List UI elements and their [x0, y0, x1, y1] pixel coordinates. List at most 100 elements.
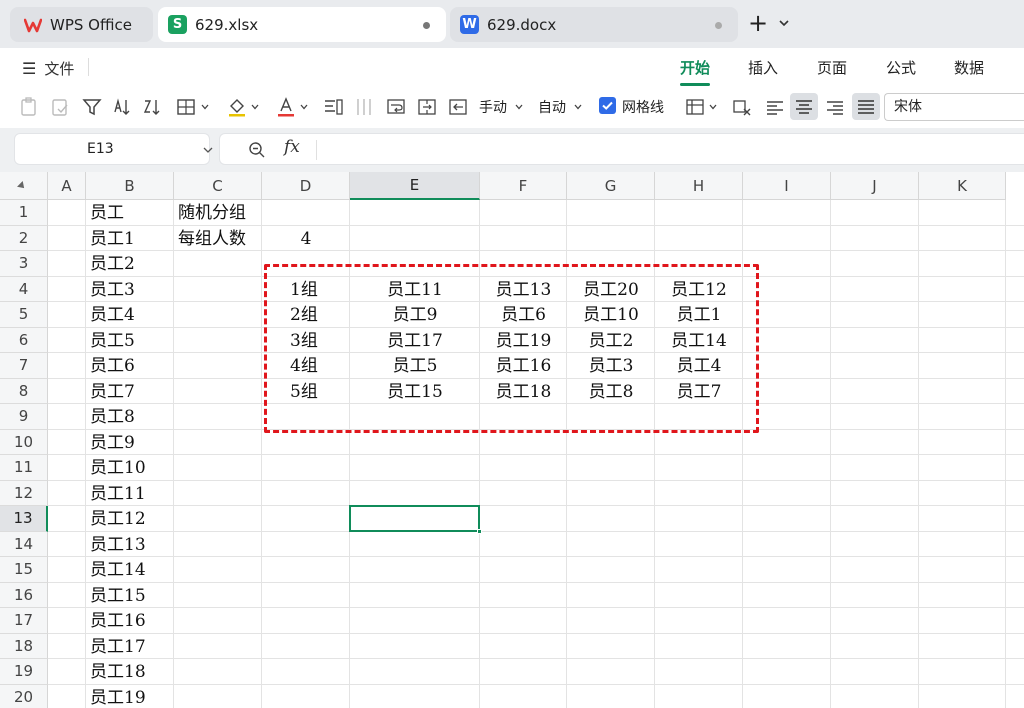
cell-b3[interactable]: 员工2: [86, 251, 174, 276]
column-header-b[interactable]: B: [86, 172, 174, 200]
paste-values-icon[interactable]: [18, 96, 40, 118]
row-header-15[interactable]: 15: [0, 557, 48, 583]
column-header-k[interactable]: K: [919, 172, 1006, 200]
row-header-3[interactable]: 3: [0, 251, 48, 277]
row-header-18[interactable]: 18: [0, 633, 48, 659]
selected-cell[interactable]: [349, 505, 480, 532]
column-header-j[interactable]: J: [831, 172, 919, 200]
column-header-e[interactable]: E: [350, 172, 480, 200]
row-header-1[interactable]: 1: [0, 200, 48, 226]
cell-c2[interactable]: 每组人数: [174, 226, 262, 251]
font-name-input[interactable]: 宋体: [884, 93, 1024, 121]
cell-b4[interactable]: 员工3: [86, 277, 174, 302]
paste-format-icon[interactable]: [49, 96, 71, 118]
cell-b6[interactable]: 员工5: [86, 328, 174, 353]
borders-icon[interactable]: [175, 96, 197, 118]
column-width-icon[interactable]: [353, 96, 375, 118]
tab-formulas[interactable]: 公式: [886, 57, 916, 78]
tab-wps-office[interactable]: WPS Office: [10, 7, 153, 42]
align-justify-button[interactable]: [852, 93, 880, 120]
tab-629-docx[interactable]: W 629.docx: [450, 7, 738, 42]
chevron-down-icon[interactable]: [515, 103, 523, 111]
column-header-a[interactable]: A: [48, 172, 86, 200]
row-header-13[interactable]: 13: [0, 506, 48, 532]
column-header-g[interactable]: G: [567, 172, 655, 200]
align-right-icon[interactable]: [824, 96, 846, 118]
cell-b15[interactable]: 员工14: [86, 557, 174, 582]
close-tab-dot-icon[interactable]: [715, 22, 722, 29]
spreadsheet-grid[interactable]: A B C D E F G H I J K 1 2 3 4 5 6 7 8 9 10 11 12 13 14 15 16 17 18 19…: [0, 172, 1024, 708]
chevron-down-icon[interactable]: [778, 17, 790, 29]
cell-b8[interactable]: 员工7: [86, 379, 174, 404]
row-header-2[interactable]: 2: [0, 225, 48, 251]
column-header-i[interactable]: I: [743, 172, 831, 200]
tab-home[interactable]: 开始: [680, 57, 711, 86]
unsaved-dot-icon[interactable]: [423, 22, 430, 29]
row-header-9[interactable]: 9: [0, 404, 48, 430]
cell-b1[interactable]: 员工: [86, 200, 174, 225]
cell-b13[interactable]: 员工12: [86, 506, 174, 531]
cell-b18[interactable]: 员工17: [86, 634, 174, 659]
row-header-20[interactable]: 20: [0, 684, 48, 708]
cell-b9[interactable]: 员工8: [86, 404, 174, 429]
row-col-format-icon[interactable]: [322, 96, 344, 118]
zoom-formula-icon[interactable]: [248, 141, 266, 159]
wrap-text-icon[interactable]: [385, 96, 407, 118]
cell-b12[interactable]: 员工11: [86, 481, 174, 506]
cell-c1[interactable]: 随机分组: [174, 200, 262, 225]
select-all-button[interactable]: [0, 172, 48, 200]
freeze-panes-icon[interactable]: [684, 96, 706, 118]
cell-b5[interactable]: 员工4: [86, 302, 174, 327]
cell-d2[interactable]: 4: [262, 226, 350, 251]
row-header-14[interactable]: 14: [0, 531, 48, 557]
row-header-10[interactable]: 10: [0, 429, 48, 455]
fill-color-icon[interactable]: [226, 96, 248, 118]
sort-descending-icon[interactable]: [141, 96, 163, 118]
font-color-icon[interactable]: [275, 96, 297, 118]
align-center-button[interactable]: [790, 93, 818, 120]
cell-b10[interactable]: 员工9: [86, 430, 174, 455]
tab-data[interactable]: 数据: [954, 57, 984, 78]
cell-b20[interactable]: 员工19: [86, 685, 174, 708]
fill-handle[interactable]: [477, 528, 482, 534]
align-left-icon[interactable]: [764, 96, 786, 118]
cell-b7[interactable]: 员工6: [86, 353, 174, 378]
tab-insert[interactable]: 插入: [748, 57, 778, 78]
row-header-6[interactable]: 6: [0, 327, 48, 353]
cell-b17[interactable]: 员工16: [86, 608, 174, 633]
filter-icon[interactable]: [81, 96, 103, 118]
row-header-11[interactable]: 11: [0, 455, 48, 481]
new-tab-button[interactable]: +: [748, 10, 768, 36]
chevron-down-icon[interactable]: [300, 103, 308, 111]
tab-page[interactable]: 页面: [817, 57, 847, 78]
row-header-16[interactable]: 16: [0, 582, 48, 608]
row-header-7[interactable]: 7: [0, 353, 48, 379]
insert-function-icon[interactable]: fx: [284, 137, 300, 157]
cell-b2[interactable]: 员工1: [86, 226, 174, 251]
row-height-dropdown[interactable]: 手动: [479, 97, 507, 117]
fit-icon[interactable]: [447, 96, 469, 118]
sort-ascending-icon[interactable]: [111, 96, 133, 118]
column-header-c[interactable]: C: [174, 172, 262, 200]
formula-input[interactable]: fx: [219, 133, 1024, 165]
row-header-4[interactable]: 4: [0, 276, 48, 302]
file-menu-button[interactable]: ☰ 文件: [22, 58, 74, 79]
tab-629-xlsx[interactable]: S 629.xlsx: [158, 7, 446, 42]
name-box[interactable]: E13: [14, 133, 213, 165]
cell-b19[interactable]: 员工18: [86, 659, 174, 684]
column-header-f[interactable]: F: [480, 172, 567, 200]
cell-b11[interactable]: 员工10: [86, 455, 174, 480]
chevron-down-icon[interactable]: [201, 103, 209, 111]
chevron-down-icon[interactable]: [574, 103, 582, 111]
merge-cells-icon[interactable]: [416, 96, 438, 118]
column-header-h[interactable]: H: [655, 172, 743, 200]
column-header-d[interactable]: D: [262, 172, 350, 200]
row-header-8[interactable]: 8: [0, 378, 48, 404]
cell-b14[interactable]: 员工13: [86, 532, 174, 557]
chevron-down-icon[interactable]: [709, 103, 717, 111]
row-header-19[interactable]: 19: [0, 659, 48, 685]
row-header-5[interactable]: 5: [0, 302, 48, 328]
row-header-17[interactable]: 17: [0, 608, 48, 634]
chevron-down-icon[interactable]: [203, 146, 213, 154]
gridlines-checkbox[interactable]: [599, 97, 616, 114]
